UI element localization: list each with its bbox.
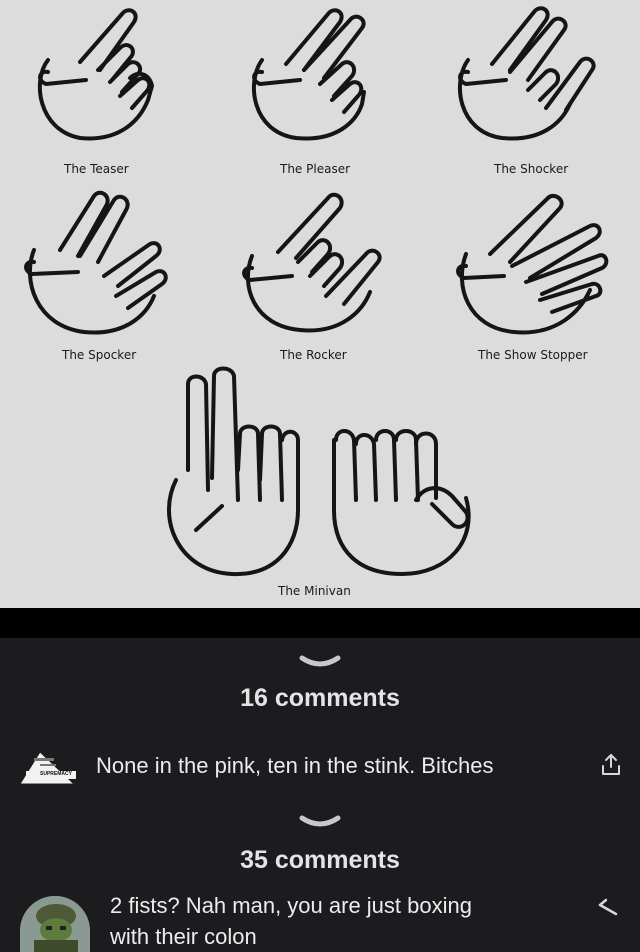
pleaser-hand-icon [251, 8, 366, 141]
minivan-right-hand-icon [332, 429, 471, 576]
caption-shocker: The Shocker [494, 162, 569, 176]
share-icon[interactable] [598, 752, 624, 778]
avatar[interactable] [20, 896, 90, 952]
reply-icon[interactable] [596, 896, 620, 916]
rocker-hand-icon [242, 192, 382, 333]
chevron-down-icon[interactable] [0, 808, 640, 838]
meme-image[interactable]: The Teaser The Pleaser The Shocker The S… [0, 0, 640, 608]
comment-body-1: None in the pink, ten in the stink. Bitc… [96, 753, 494, 778]
caption-rocker: The Rocker [280, 348, 347, 362]
chevron-down-icon[interactable] [0, 648, 640, 678]
caption-show-stopper: The Show Stopper [478, 348, 588, 362]
comments-thread: 16 comments SUPREMACY None in the pink, … [0, 638, 640, 952]
comments-count-1[interactable]: 16 comments [0, 684, 640, 713]
caption-teaser: The Teaser [64, 162, 129, 176]
avatar-text: SUPREMACY [40, 771, 72, 777]
shocker-hand-icon [457, 6, 596, 141]
avatar[interactable]: SUPREMACY [16, 750, 78, 786]
hand-gestures-illustration [24, 6, 609, 577]
caption-spocker: The Spocker [62, 348, 137, 362]
image-bottom-band [0, 608, 640, 638]
spocker-hand-icon [24, 190, 168, 335]
comment-body-2: 2 fists? Nah man, you are just boxing wi… [110, 893, 472, 949]
caption-pleaser: The Pleaser [280, 162, 351, 176]
minivan-left-hand-icon [166, 366, 300, 577]
show-stopper-hand-icon [456, 193, 609, 335]
teaser-hand-icon [37, 8, 154, 141]
comments-count-2[interactable]: 35 comments [0, 846, 640, 875]
caption-minivan: The Minivan [278, 584, 351, 598]
